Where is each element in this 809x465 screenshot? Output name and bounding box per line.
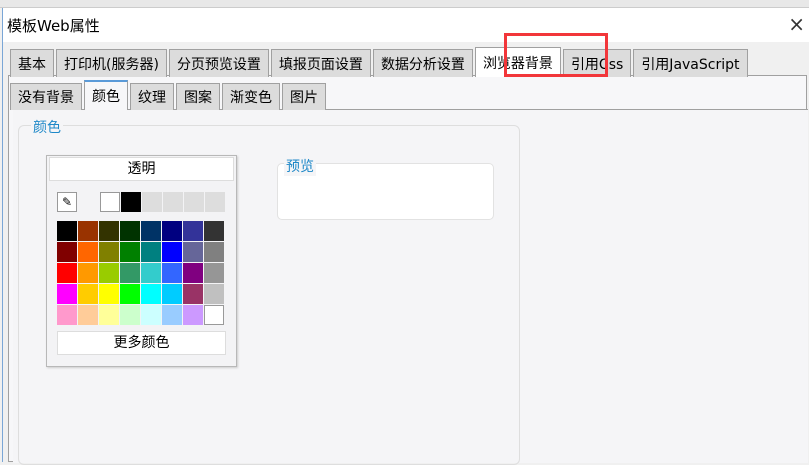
- preview-box: 预览: [277, 156, 494, 220]
- title-bar: 模板Web属性 ×: [3, 8, 809, 42]
- outer-tab-0[interactable]: 基本: [10, 49, 54, 77]
- color-swatch[interactable]: [204, 242, 224, 262]
- color-swatch[interactable]: [162, 284, 182, 304]
- outer-tab-1[interactable]: 打印机(服务器): [56, 49, 167, 77]
- color-swatch[interactable]: [183, 284, 203, 304]
- outer-tab-bar: 基本 打印机(服务器) 分页预览设置 填报页面设置 数据分析设置 浏览器背景 引用Css 引用…: [10, 47, 750, 77]
- color-swatch[interactable]: [183, 221, 203, 241]
- tab-label: 颜色: [92, 89, 120, 105]
- color-swatch[interactable]: [57, 263, 77, 283]
- tab-label: 图案: [184, 90, 212, 106]
- inner-tab-2[interactable]: 纹理: [130, 83, 174, 110]
- color-swatch[interactable]: [78, 305, 98, 325]
- more-colors-button[interactable]: 更多颜色: [57, 331, 226, 355]
- color-palette: [57, 221, 224, 325]
- recent-color-swatch[interactable]: [121, 192, 141, 212]
- color-swatch[interactable]: [141, 221, 161, 241]
- color-swatch[interactable]: [99, 305, 119, 325]
- color-swatch[interactable]: [78, 242, 98, 262]
- color-swatch[interactable]: [120, 242, 140, 262]
- color-swatch[interactable]: [204, 284, 224, 304]
- tab-label: 引用JavaScript: [641, 56, 740, 73]
- color-swatch[interactable]: [120, 305, 140, 325]
- tab-label: 图片: [290, 90, 318, 106]
- tab-label: 基本: [18, 56, 46, 73]
- color-swatch[interactable]: [162, 263, 182, 283]
- color-swatch[interactable]: [99, 284, 119, 304]
- color-swatch[interactable]: [78, 263, 98, 283]
- color-swatch[interactable]: [57, 221, 77, 241]
- color-swatch[interactable]: [204, 221, 224, 241]
- inner-tab-0[interactable]: 没有背景: [10, 83, 82, 110]
- outer-tab-3[interactable]: 填报页面设置: [270, 49, 371, 77]
- recent-color-swatch[interactable]: [205, 192, 225, 212]
- background-toolbar: [0, 0, 809, 8]
- color-swatch[interactable]: [120, 263, 140, 283]
- inner-tab-1[interactable]: 颜色: [84, 80, 128, 110]
- inner-tab-bar: 没有背景 颜色 纹理 图案 渐变色 图片: [10, 80, 328, 110]
- color-swatch[interactable]: [183, 242, 203, 262]
- color-swatch[interactable]: [141, 284, 161, 304]
- color-swatch[interactable]: [204, 305, 224, 325]
- recent-color-swatch[interactable]: [100, 192, 120, 212]
- tab-label: 数据分析设置: [380, 56, 465, 73]
- color-swatch[interactable]: [57, 284, 77, 304]
- color-swatch[interactable]: [141, 263, 161, 283]
- tab-label: 没有背景: [18, 90, 74, 106]
- transparent-button[interactable]: 透明: [49, 157, 234, 181]
- color-swatch[interactable]: [78, 221, 98, 241]
- color-swatch[interactable]: [141, 305, 161, 325]
- color-swatch[interactable]: [141, 242, 161, 262]
- tab-label: 分页预览设置: [176, 56, 261, 73]
- inner-tab-5[interactable]: 图片: [282, 83, 326, 110]
- color-swatch[interactable]: [204, 263, 224, 283]
- color-picker: 透明 ✎ 更多颜色: [46, 155, 237, 367]
- color-group-label: 颜色: [31, 117, 63, 137]
- tab-label: 打印机(服务器): [64, 56, 159, 73]
- color-swatch[interactable]: [120, 284, 140, 304]
- recent-color-swatch[interactable]: [142, 192, 162, 212]
- outer-tab-6[interactable]: 引用Css: [562, 49, 632, 77]
- color-swatch[interactable]: [183, 305, 203, 325]
- outer-tab-4[interactable]: 数据分析设置: [372, 49, 473, 77]
- tab-label: 渐变色: [230, 90, 272, 106]
- tab-label: 纹理: [138, 90, 166, 106]
- eyedropper-icon[interactable]: ✎: [57, 192, 77, 212]
- tab-label: 浏览器背景: [482, 55, 553, 72]
- outer-tab-5[interactable]: 浏览器背景: [474, 47, 561, 77]
- recent-color-swatch[interactable]: [163, 192, 183, 212]
- color-swatch[interactable]: [183, 263, 203, 283]
- tab-label: 填报页面设置: [278, 56, 363, 73]
- color-swatch[interactable]: [57, 242, 77, 262]
- tab-label: 引用Css: [570, 56, 624, 73]
- color-swatch[interactable]: [162, 305, 182, 325]
- recent-color-swatch[interactable]: [184, 192, 204, 212]
- color-swatch[interactable]: [57, 305, 77, 325]
- color-swatch[interactable]: [120, 221, 140, 241]
- color-swatch[interactable]: [162, 242, 182, 262]
- color-swatch[interactable]: [99, 263, 119, 283]
- inner-tab-4[interactable]: 渐变色: [222, 83, 280, 110]
- outer-tab-2[interactable]: 分页预览设置: [168, 49, 269, 77]
- window-title: 模板Web属性: [7, 16, 100, 35]
- close-icon[interactable]: ×: [788, 12, 805, 36]
- color-swatch[interactable]: [99, 221, 119, 241]
- preview-label: 预览: [284, 156, 316, 176]
- recent-colors: [100, 192, 225, 212]
- inner-tab-3[interactable]: 图案: [176, 83, 220, 110]
- color-swatch[interactable]: [162, 221, 182, 241]
- color-swatch[interactable]: [99, 242, 119, 262]
- outer-tab-7[interactable]: 引用JavaScript: [633, 49, 748, 77]
- color-swatch[interactable]: [78, 284, 98, 304]
